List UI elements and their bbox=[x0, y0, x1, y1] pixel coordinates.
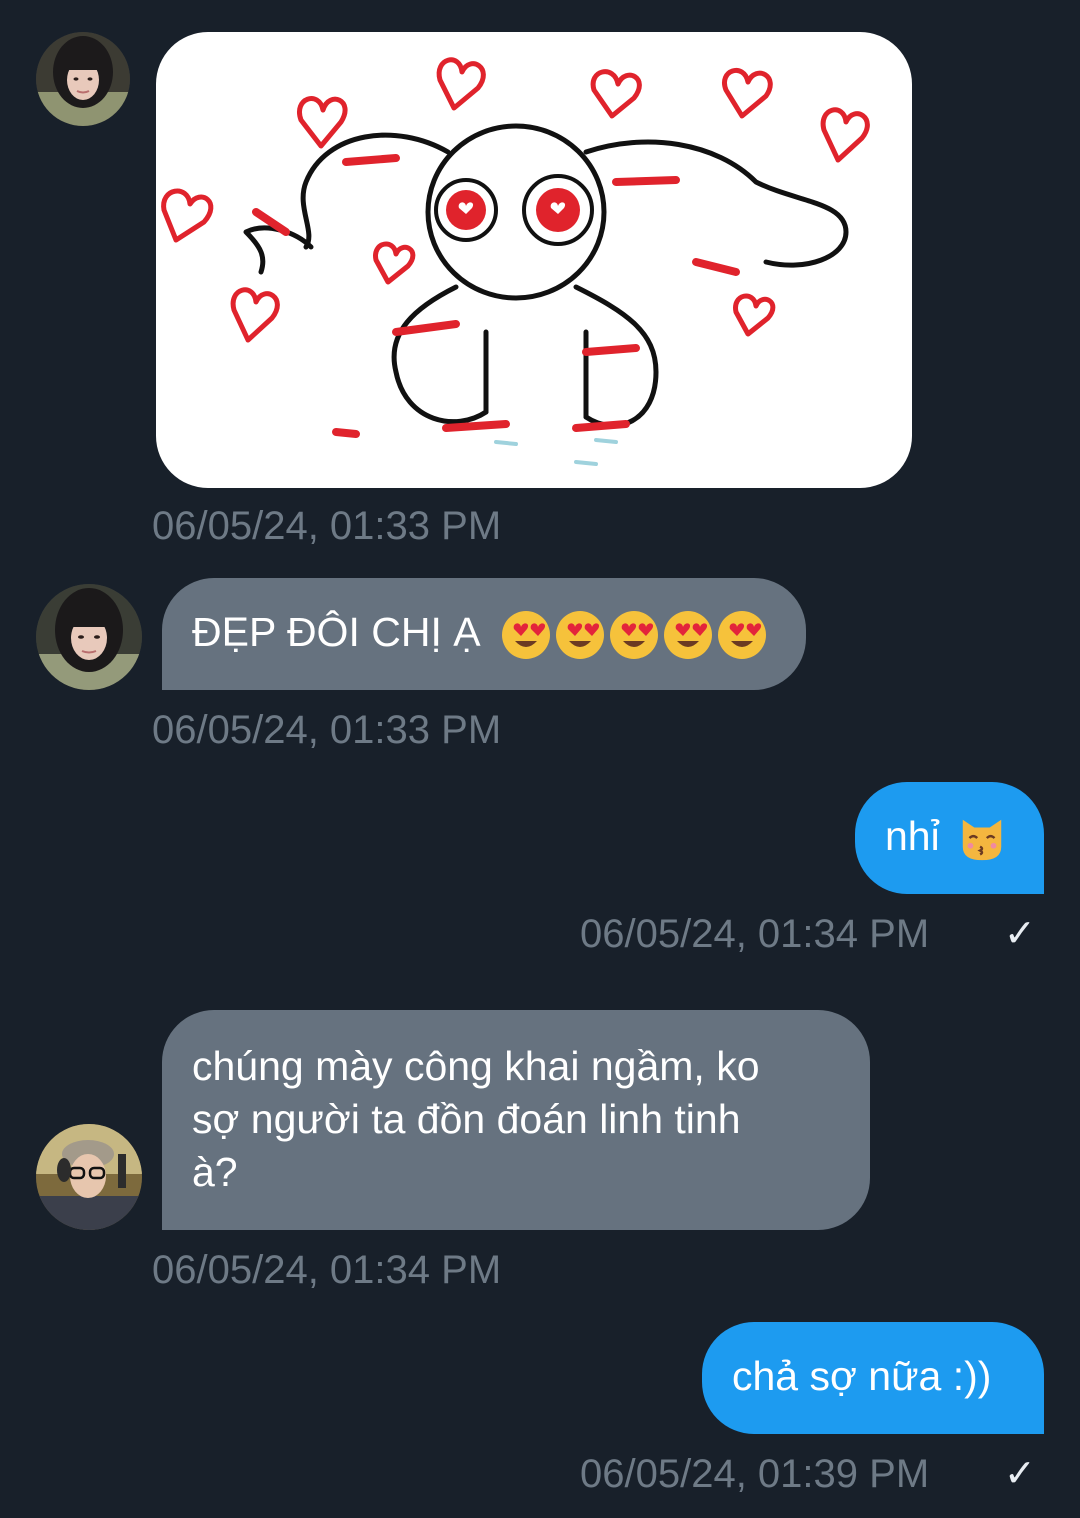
message-text-line: sợ người ta đồn đoán linh tinh bbox=[192, 1096, 741, 1142]
contact-avatar[interactable] bbox=[36, 1124, 142, 1230]
message-text-line: à? bbox=[192, 1149, 238, 1195]
message-bubble[interactable]: chúng mày công khai ngầm, ko sợ người ta… bbox=[162, 1010, 870, 1230]
heart-eyes-emoji-icon bbox=[664, 611, 712, 660]
image-message[interactable] bbox=[156, 32, 912, 488]
check-icon: ✓ bbox=[1004, 913, 1036, 955]
message-bubble[interactable]: nhỉ bbox=[855, 782, 1044, 894]
heart-eyes-emoji-icon bbox=[556, 611, 604, 660]
message-timestamp: 06/05/24, 01:33 PM bbox=[152, 708, 502, 752]
kissing-cat-emoji-icon bbox=[962, 819, 1002, 861]
heart-eyes-emoji-icon bbox=[502, 611, 550, 660]
heart-eyes-emoji-group bbox=[500, 609, 768, 661]
contact-avatar[interactable] bbox=[36, 584, 142, 690]
message-text: chả sợ nữa :)) bbox=[732, 1353, 992, 1399]
heart-eyes-emoji-icon bbox=[718, 611, 766, 660]
avatar-photo bbox=[36, 1124, 142, 1230]
heart-eyes-emoji-icon bbox=[610, 611, 658, 660]
avatar-photo bbox=[36, 584, 142, 690]
check-icon: ✓ bbox=[1004, 1453, 1036, 1495]
chat-conversation: 06/05/24, 01:33 PM ĐẸP ĐÔI CHỊ Ạ 06/05/2… bbox=[0, 0, 1080, 1518]
message-bubble[interactable]: chả sợ nữa :)) bbox=[702, 1322, 1044, 1434]
message-timestamp: 06/05/24, 01:39 PM bbox=[580, 1452, 930, 1496]
doodle-image bbox=[161, 57, 870, 466]
message-timestamp: 06/05/24, 01:34 PM bbox=[152, 1248, 502, 1292]
message-text: ĐẸP ĐÔI CHỊ Ạ bbox=[192, 609, 481, 655]
contact-avatar[interactable] bbox=[36, 32, 130, 126]
message-timestamp: 06/05/24, 01:33 PM bbox=[152, 504, 502, 548]
message-timestamp: 06/05/24, 01:34 PM bbox=[580, 912, 930, 956]
message-text: nhỉ bbox=[885, 813, 940, 859]
message-text-line: chúng mày công khai ngầm, ko bbox=[192, 1043, 760, 1089]
message-bubble[interactable]: ĐẸP ĐÔI CHỊ Ạ bbox=[162, 578, 806, 690]
avatar-photo bbox=[36, 32, 130, 126]
